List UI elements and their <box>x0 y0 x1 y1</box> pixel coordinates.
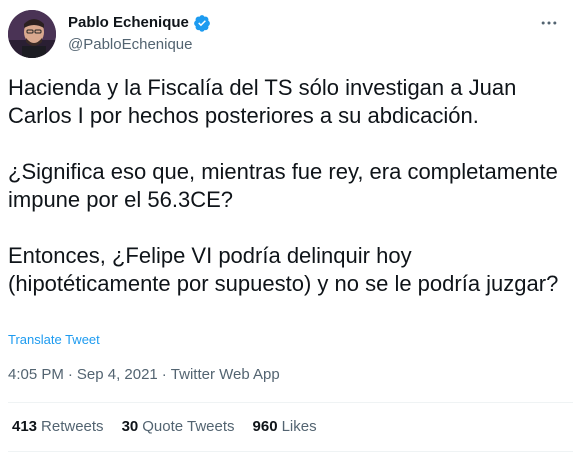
author-block: Pablo Echenique @PabloEchenique <box>68 13 211 55</box>
retweets-label: Retweets <box>41 418 104 435</box>
tweet-source[interactable]: Twitter Web App <box>171 365 280 385</box>
tweet-time[interactable]: 4:05 PM <box>8 365 64 385</box>
more-options-icon[interactable] <box>538 12 560 34</box>
tweet-paragraph: Hacienda y la Fiscalía del TS sólo inves… <box>8 75 517 128</box>
meta-separator: · <box>161 366 167 383</box>
tweet-header: Pablo Echenique @PabloEchenique <box>8 10 568 62</box>
tweet-date[interactable]: Sep 4, 2021 <box>77 365 158 385</box>
likes-stat[interactable]: 960 Likes <box>253 417 317 437</box>
handle[interactable]: @PabloEchenique <box>68 35 211 55</box>
tweet-paragraph: Entonces, ¿Felipe VI podría delinquir ho… <box>8 243 559 296</box>
quote-tweets-count: 30 <box>121 418 139 435</box>
divider <box>8 402 573 403</box>
meta-separator: · <box>67 366 73 383</box>
avatar[interactable] <box>8 10 56 58</box>
avatar-image <box>8 10 56 58</box>
tweet-paragraph: ¿Significa eso que, mientras fue rey, er… <box>8 159 558 212</box>
quote-tweets-label: Quote Tweets <box>142 418 235 435</box>
verified-badge-icon <box>193 14 211 32</box>
name-row: Pablo Echenique <box>68 13 211 33</box>
tweet-stats: 413 Retweets 30 Quote Tweets 960 Likes <box>12 417 317 437</box>
retweets-count: 413 <box>12 418 38 435</box>
likes-count: 960 <box>252 418 278 435</box>
likes-label: Likes <box>281 418 317 435</box>
quote-tweets-stat[interactable]: 30 Quote Tweets <box>122 417 235 437</box>
tweet-text: Hacienda y la Fiscalía del TS sólo inves… <box>8 74 573 298</box>
translate-tweet-link[interactable]: Translate Tweet <box>8 331 100 349</box>
display-name[interactable]: Pablo Echenique <box>68 13 189 33</box>
retweets-stat[interactable]: 413 Retweets <box>12 417 104 437</box>
tweet-meta: 4:05 PM · Sep 4, 2021 · Twitter Web App <box>8 365 280 385</box>
divider <box>8 451 573 452</box>
